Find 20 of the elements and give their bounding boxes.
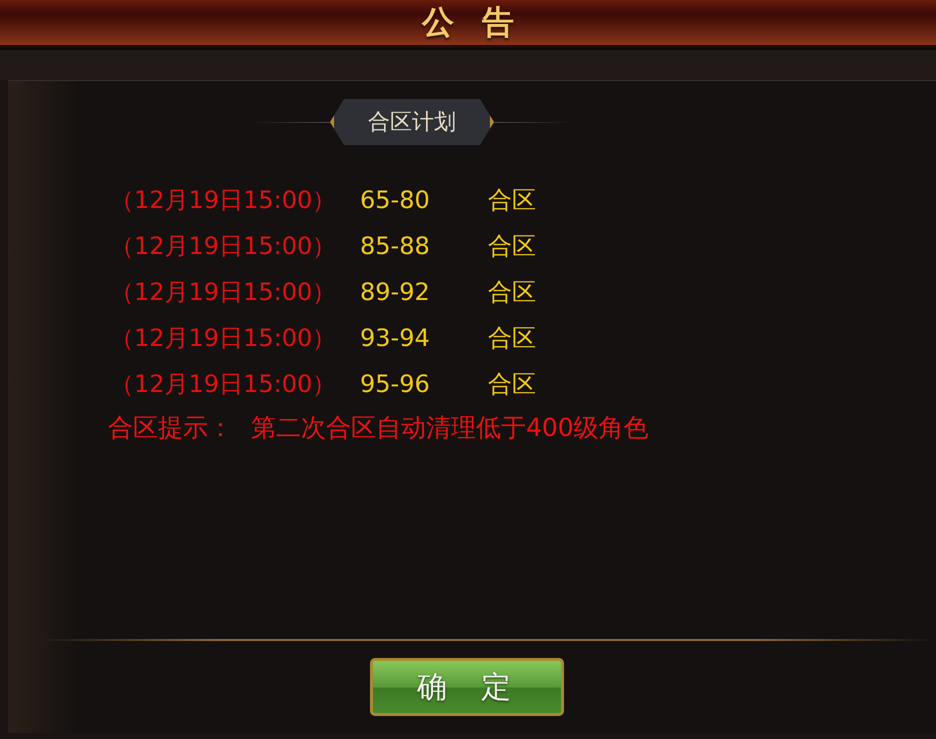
- schedule-action: 合区: [488, 231, 537, 262]
- schedule-time: （12月19日15:00）: [110, 231, 338, 262]
- schedule-action: 合区: [488, 185, 537, 216]
- schedule-action: 合区: [488, 369, 537, 400]
- schedule-time: （12月19日15:00）: [110, 185, 338, 216]
- schedule-action: 合区: [488, 277, 537, 308]
- notice-text: 第二次合区自动清理低于400级角色: [251, 412, 649, 444]
- server-range: 89-92: [360, 278, 431, 306]
- server-range: 85-88: [360, 232, 431, 260]
- schedule-time: （12月19日15:00）: [110, 369, 338, 400]
- section-title: 合区计划: [330, 99, 494, 145]
- server-range: 65-80: [360, 186, 431, 214]
- server-range: 95-96: [360, 370, 431, 398]
- server-range: 93-94: [360, 324, 431, 352]
- notice-label: 合区提示：: [108, 412, 233, 444]
- schedule-action: 合区: [488, 323, 537, 354]
- confirm-button[interactable]: 确定: [370, 658, 564, 716]
- schedule-time: （12月19日15:00）: [110, 277, 338, 308]
- schedule-time: （12月19日15:00）: [110, 323, 338, 354]
- window-title: 公告: [420, 2, 542, 42]
